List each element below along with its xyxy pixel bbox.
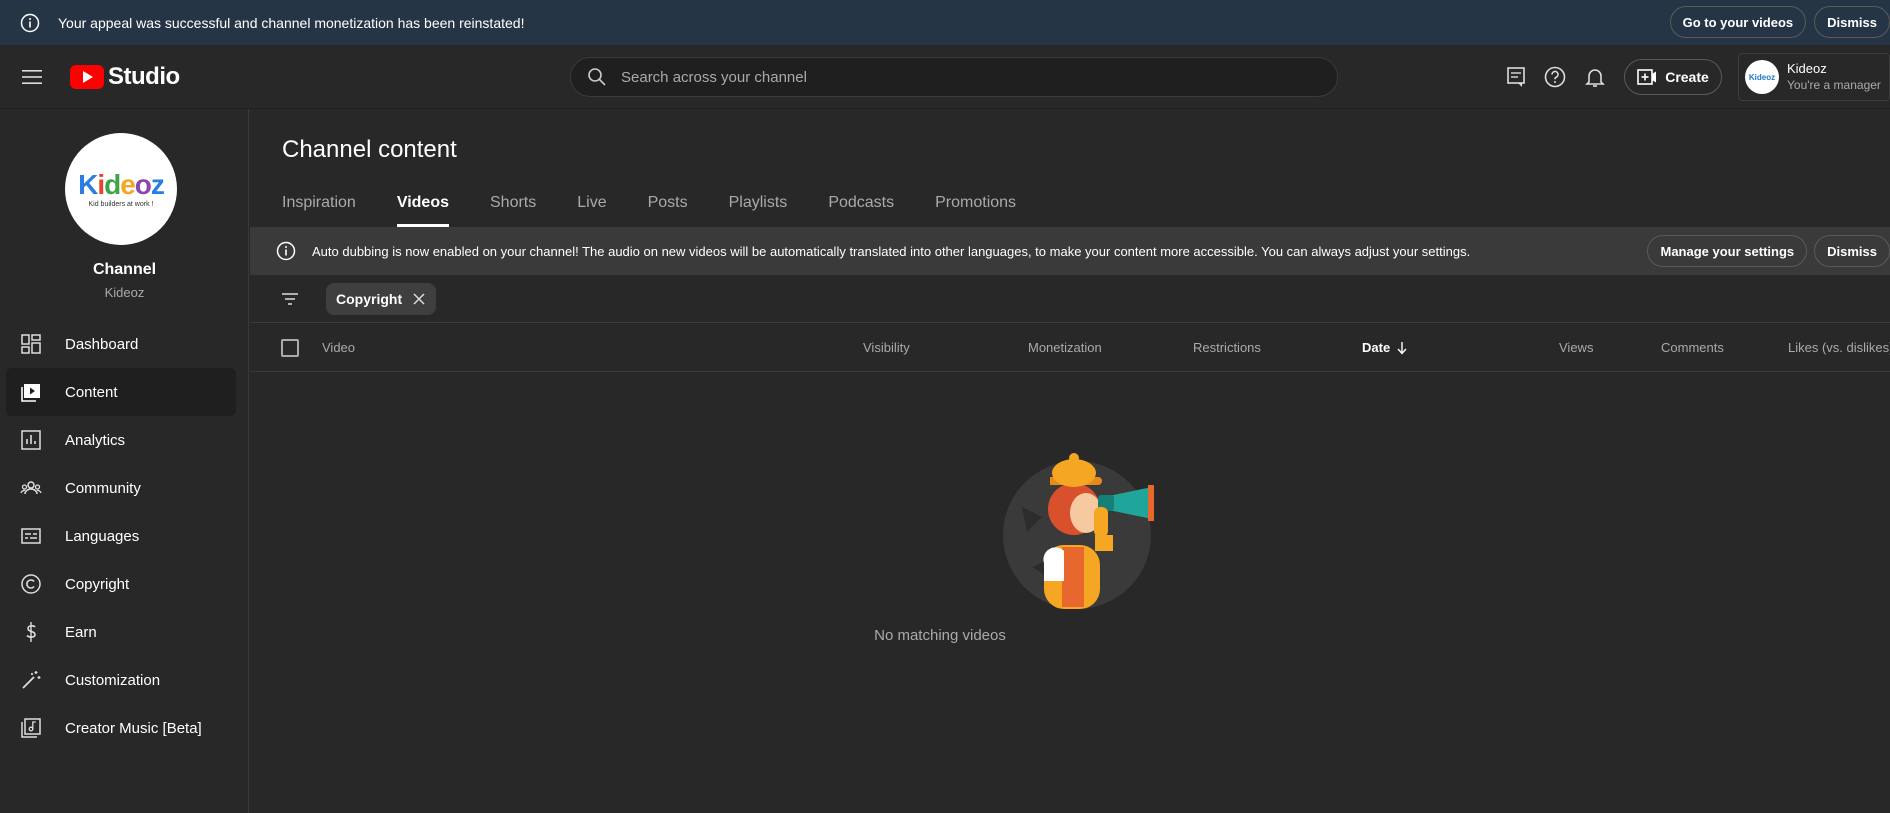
top-header: Studio Create Kideoz Kideoz xyxy=(0,45,1890,109)
sidebar-item-label: Customization xyxy=(65,671,161,689)
create-plus-icon xyxy=(1637,69,1657,85)
customization-wand-icon xyxy=(22,671,41,689)
creator-music-icon xyxy=(21,718,41,738)
sidebar: Kideoz Kid builders at work ! Channel Ki… xyxy=(0,109,249,813)
youtube-logo-icon xyxy=(70,65,104,89)
column-likes: Likes (vs. dislikes) xyxy=(1788,340,1890,355)
info-icon xyxy=(20,13,40,32)
empty-state-illustration xyxy=(1003,453,1154,609)
account-role: You're a manager xyxy=(1787,78,1881,92)
column-restrictions: Restrictions xyxy=(1193,340,1261,355)
page-title: Channel content xyxy=(282,136,457,163)
search-input[interactable] xyxy=(621,68,1301,86)
auto-dubbing-banner: Auto dubbing is now enabled on your chan… xyxy=(250,227,1890,275)
sidebar-item-label: Earn xyxy=(65,623,97,641)
filter-chip-copyright[interactable]: Copyright xyxy=(326,282,437,315)
column-views: Views xyxy=(1559,340,1594,355)
copyright-icon xyxy=(21,574,41,594)
sidebar-item-dashboard[interactable]: Dashboard xyxy=(6,320,236,368)
community-icon xyxy=(20,481,42,495)
sidebar-item-label: Analytics xyxy=(65,431,126,449)
feedback-icon[interactable] xyxy=(1504,65,1528,89)
tab-shorts[interactable]: Shorts xyxy=(490,179,536,227)
appeal-message: Your appeal was successful and channel m… xyxy=(58,14,525,31)
column-date-label: Date xyxy=(1362,340,1391,355)
earn-dollar-icon xyxy=(26,622,36,642)
filter-chip-label: Copyright xyxy=(336,290,403,307)
dubbing-dismiss-button[interactable]: Dismiss xyxy=(1814,235,1890,267)
account-name: Kideoz xyxy=(1787,61,1827,76)
sidebar-item-label: Dashboard xyxy=(65,335,139,353)
column-monetization: Monetization xyxy=(1028,340,1102,355)
tab-promotions[interactable]: Promotions xyxy=(935,179,1016,227)
column-visibility: Visibility xyxy=(863,340,910,355)
studio-logo[interactable]: Studio xyxy=(70,63,180,91)
filter-icon[interactable] xyxy=(280,289,300,309)
appeal-dismiss-button[interactable]: Dismiss xyxy=(1814,6,1890,38)
manage-settings-button[interactable]: Manage your settings xyxy=(1647,235,1808,267)
table-header: Video Visibility Monetization Restrictio… xyxy=(250,323,1890,372)
account-avatar: Kideoz xyxy=(1745,60,1779,94)
tab-playlists[interactable]: Playlists xyxy=(729,179,788,227)
dashboard-icon xyxy=(21,334,41,354)
content-icon xyxy=(21,384,40,402)
sidebar-item-customization[interactable]: Customization xyxy=(6,656,236,704)
sidebar-item-label: Copyright xyxy=(65,575,130,593)
sidebar-item-content[interactable]: Content xyxy=(6,368,236,416)
column-video: Video xyxy=(322,340,356,355)
tab-videos[interactable]: Videos xyxy=(396,179,450,227)
menu-icon[interactable] xyxy=(20,67,44,87)
create-button[interactable]: Create xyxy=(1624,59,1722,95)
help-icon[interactable] xyxy=(1543,65,1567,89)
sidebar-item-label: Languages xyxy=(65,527,140,545)
sidebar-item-label: Creator Music [Beta] xyxy=(65,719,202,737)
sidebar-item-community[interactable]: Community xyxy=(6,464,236,512)
channel-title: Channel xyxy=(92,261,157,278)
sidebar-item-label: Community xyxy=(65,479,141,497)
search-icon xyxy=(588,68,606,86)
column-date[interactable]: Date xyxy=(1362,340,1408,355)
go-to-videos-button[interactable]: Go to your videos xyxy=(1669,6,1807,38)
sidebar-item-languages[interactable]: Languages xyxy=(6,512,236,560)
sidebar-nav: Dashboard Content Analytics Community La… xyxy=(6,320,236,752)
sidebar-item-creator-music[interactable]: Creator Music [Beta] xyxy=(6,704,236,752)
account-switcher[interactable]: Kideoz Kideoz You're a manager xyxy=(1738,53,1890,101)
create-label: Create xyxy=(1665,69,1709,85)
empty-state-message: No matching videos xyxy=(874,627,1006,644)
appeal-banner: Your appeal was successful and channel m… xyxy=(0,0,1890,45)
sidebar-item-label: Content xyxy=(65,383,118,401)
sidebar-item-copyright[interactable]: Copyright xyxy=(6,560,236,608)
channel-avatar-tagline: Kid builders at work ! xyxy=(88,200,154,208)
dubbing-message: Auto dubbing is now enabled on your chan… xyxy=(312,243,1471,259)
main-content: Channel content Inspiration Videos Short… xyxy=(250,109,1890,813)
channel-name: Kideoz xyxy=(104,285,145,300)
info-icon xyxy=(276,241,296,261)
channel-avatar[interactable]: Kideoz Kid builders at work ! xyxy=(65,133,177,245)
studio-logo-text: Studio xyxy=(108,63,180,90)
tab-posts[interactable]: Posts xyxy=(648,179,688,227)
sidebar-item-earn[interactable]: Earn xyxy=(6,608,236,656)
select-all-checkbox[interactable] xyxy=(281,339,299,357)
sidebar-item-analytics[interactable]: Analytics xyxy=(6,416,236,464)
content-tabs: Inspiration Videos Shorts Live Posts Pla… xyxy=(282,179,1057,227)
search-bar[interactable] xyxy=(570,57,1338,97)
tab-inspiration[interactable]: Inspiration xyxy=(282,179,356,227)
tab-podcasts[interactable]: Podcasts xyxy=(828,179,894,227)
close-icon[interactable] xyxy=(412,292,426,306)
notifications-bell-icon[interactable] xyxy=(1583,65,1607,89)
column-comments: Comments xyxy=(1661,340,1724,355)
tab-live[interactable]: Live xyxy=(577,179,606,227)
languages-icon xyxy=(21,528,41,544)
analytics-icon xyxy=(21,430,41,450)
channel-avatar-logo: Kideoz xyxy=(78,168,165,200)
filter-row: Copyright xyxy=(250,275,1890,323)
sort-down-arrow-icon xyxy=(1397,341,1407,355)
